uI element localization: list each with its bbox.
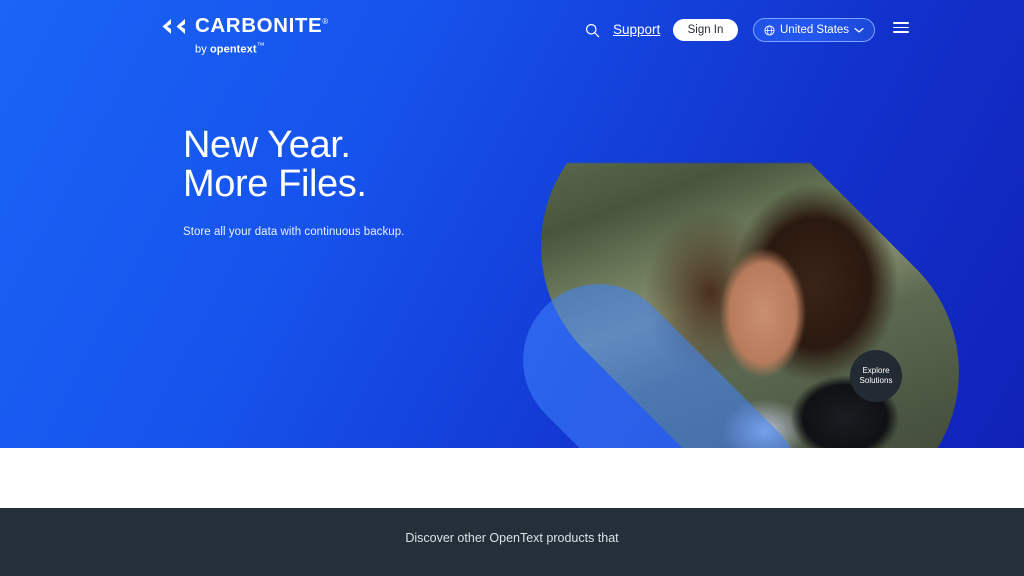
- top-navigation-bar: CARBONITE® by opentext™ Support Sign In …: [0, 0, 1024, 60]
- explore-label-line-2: Solutions: [859, 376, 893, 385]
- footer-band: CARBONITE® About Careers Contact FAQ New…: [0, 448, 1024, 508]
- hero-subheadline: Store all your data with continuous back…: [183, 225, 405, 238]
- double-chevron-left-icon: [162, 18, 185, 34]
- page-root: New Year. More Files. Store all your dat…: [0, 0, 1024, 576]
- country-label: United States: [780, 24, 850, 36]
- hero-section: New Year. More Files. Store all your dat…: [0, 0, 1024, 448]
- search-icon[interactable]: [578, 16, 606, 44]
- country-selector[interactable]: United States: [753, 18, 875, 42]
- headline-line-2: More Files.: [183, 162, 367, 205]
- headline-line-1: New Year.: [183, 124, 351, 166]
- carbonite-logo[interactable]: CARBONITE® by opentext™: [158, 14, 329, 56]
- sign-in-button[interactable]: Sign In: [673, 19, 738, 41]
- hamburger-menu-icon[interactable]: [893, 22, 909, 33]
- hero-copy: New Year. More Files. Store all your dat…: [183, 126, 404, 238]
- logo-byline: by opentext™: [195, 40, 265, 56]
- bottom-promo-text: Discover other OpenText products that: [405, 531, 619, 545]
- explore-label-line-1: Explore: [862, 365, 890, 375]
- globe-icon: [764, 24, 775, 36]
- logo-wordmark: CARBONITE®: [195, 14, 329, 37]
- support-link[interactable]: Support: [613, 22, 660, 37]
- page-title: New Year. More Files.: [183, 126, 404, 204]
- explore-solutions-button[interactable]: Explore Solutions: [850, 350, 902, 402]
- logo-trademark: ®: [322, 17, 329, 27]
- chevron-down-icon: [854, 27, 864, 33]
